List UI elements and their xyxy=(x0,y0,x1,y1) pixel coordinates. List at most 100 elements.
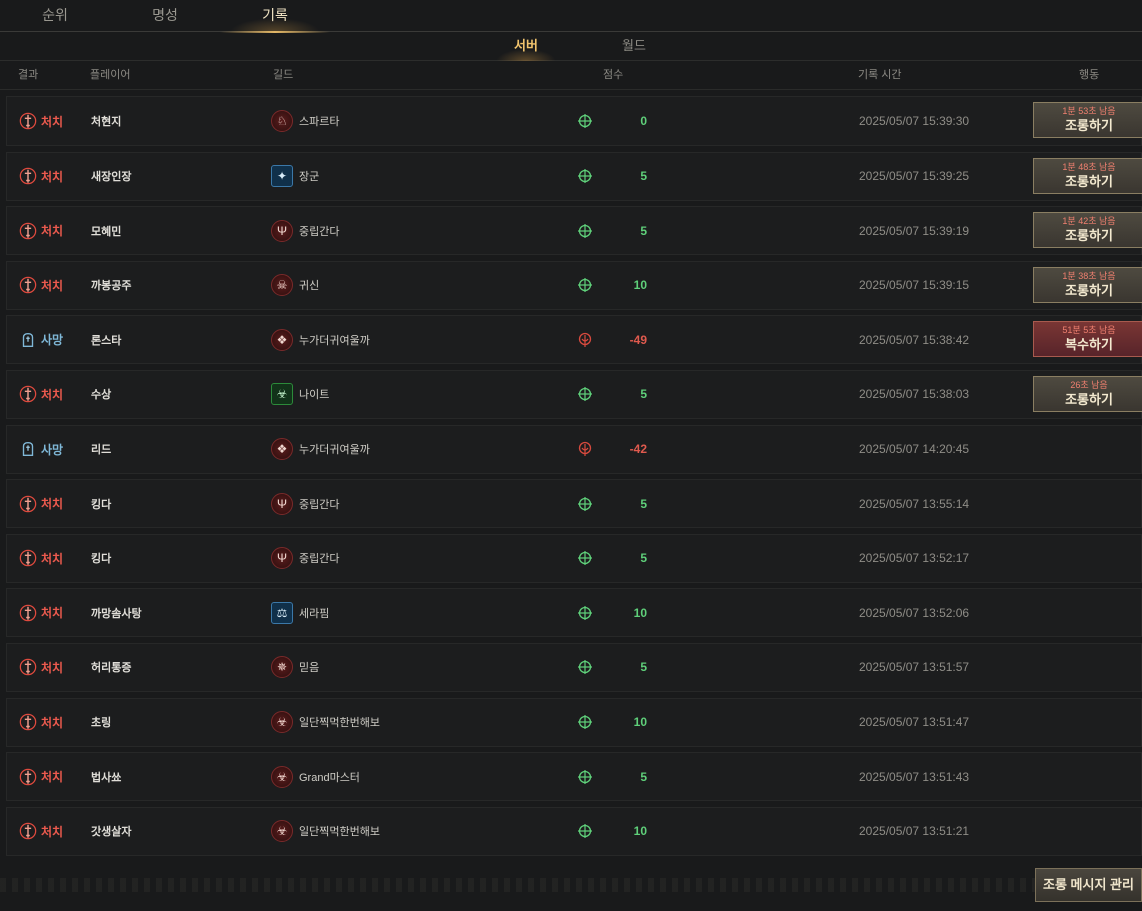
taunt-button[interactable]: 1분 53초 남음조롱하기 xyxy=(1033,102,1142,138)
result-cell: 처치 xyxy=(19,480,63,527)
player-name[interactable]: 리드 xyxy=(91,426,111,473)
table-row: 처치 수상 ☣ 나이트 5 2025/05/07 15:38:03 26초 남음 조롱하기 xyxy=(6,369,1142,419)
player-name[interactable]: 새장인장 xyxy=(91,153,131,200)
sub-tab-bar: 서버 월드 xyxy=(0,33,1142,61)
guild-cell[interactable]: ☣ Grand마스터 xyxy=(271,753,360,800)
result-label: 처치 xyxy=(41,387,64,402)
table-row: 처치 까망솜사탕 ⚖ 세라핌 10 2025/05/07 13:52:06 xyxy=(6,588,1142,638)
manage-taunt-messages-button[interactable]: 조롱 메시지 관리 xyxy=(1035,868,1142,902)
star-emblem-icon: ✵ xyxy=(271,656,293,679)
result-label: 처치 xyxy=(41,114,64,129)
result-cell: 처치 xyxy=(19,371,63,418)
score-value: 5 xyxy=(640,660,647,675)
sword-kill-icon xyxy=(19,112,37,130)
header-score: 점수 xyxy=(603,69,624,81)
guild-cell[interactable]: Ψ 중립간다 xyxy=(271,535,339,582)
taunt-button[interactable]: 1분 38초 남음 조롱하기 xyxy=(1033,266,1142,303)
score-value: -49 xyxy=(629,332,647,347)
record-time: 2025/05/07 15:38:03 xyxy=(859,387,970,402)
crosshair-icon xyxy=(577,371,593,418)
guild-cell[interactable]: ✦ 장군 xyxy=(271,153,319,200)
player-name[interactable]: 모혜민 xyxy=(91,207,121,254)
player-name[interactable]: 킹다 xyxy=(91,480,111,527)
record-time: 2025/05/07 15:39:15 xyxy=(859,278,970,293)
crosshair-icon xyxy=(577,808,593,855)
guild-name: Grand마스터 xyxy=(299,771,360,784)
score-value: 5 xyxy=(640,551,647,566)
guild-cell[interactable]: ☣ 일단찍먹한번해보 xyxy=(271,699,380,746)
record-time: 2025/05/07 13:55:14 xyxy=(859,496,970,511)
tab-records[interactable]: 기록 xyxy=(220,0,330,33)
sword-kill-icon xyxy=(19,495,37,512)
player-name[interactable]: 까망솜사탕 xyxy=(91,589,142,636)
table-row: 처치 모혜민 Ψ 중립간다 5 2025/05/07 15:39:19 1분 42초 남음 조… xyxy=(6,206,1142,256)
player-name[interactable]: 처현지 xyxy=(91,97,121,145)
guild-name: 누가더귀여울까 xyxy=(299,444,370,457)
score-value: 5 xyxy=(640,769,647,784)
header-guild: 길드 xyxy=(273,69,294,81)
player-name[interactable]: 킹다 xyxy=(91,535,111,582)
tab-reputation[interactable]: 명성 xyxy=(110,0,220,32)
taunt-button[interactable]: 1분 42초 남음 조롱하기 xyxy=(1033,212,1142,249)
table-row: 사망 리드 ❖ 누가더귀여울까 -42 2025/05/07 14:20:45 xyxy=(6,424,1142,474)
remaining-time: 1분 42초 남음 xyxy=(1062,216,1116,227)
eagle-shield-icon: ✦ xyxy=(271,165,293,188)
remaining-time: 26초 남음 xyxy=(1070,379,1108,390)
result-label: 처치 xyxy=(41,770,64,785)
result-label: 처치 xyxy=(41,551,64,566)
result-cell: 처치 xyxy=(19,753,63,800)
record-time: 2025/05/07 14:20:45 xyxy=(859,442,970,457)
player-name[interactable]: 초링 xyxy=(91,699,111,746)
player-name[interactable]: 론스타 xyxy=(91,316,121,363)
result-label: 처치 xyxy=(41,169,64,184)
sword-kill-icon xyxy=(19,549,37,567)
sword-kill-icon xyxy=(19,604,37,622)
revenge-button[interactable]: 51분 5초 남음 복수하기 xyxy=(1033,321,1142,358)
guild-cell[interactable]: Ψ 중립간다 xyxy=(271,207,339,254)
crosshair-icon xyxy=(577,207,593,254)
taunt-button[interactable]: 1분 48초 남음 조롱하기 xyxy=(1033,157,1142,194)
player-name[interactable]: 갓생살자 xyxy=(91,808,131,855)
biohazard-icon: ☣ xyxy=(271,820,293,843)
tab-world[interactable]: 월드 xyxy=(584,33,684,61)
guild-name: 누가더귀여울까 xyxy=(299,334,370,347)
score-value: 10 xyxy=(633,605,647,620)
trident-icon: Ψ xyxy=(271,219,293,242)
result-label: 사망 xyxy=(41,333,64,348)
result-cell: 처치 xyxy=(19,644,63,691)
guild-cell[interactable]: ♘ 스파르타 xyxy=(271,97,339,145)
player-name[interactable]: 수상 xyxy=(91,371,111,418)
guild-cell[interactable]: ☣ 일단찍먹한번해보 xyxy=(271,808,380,855)
remaining-time: 1분 53초 남음 xyxy=(1062,106,1116,116)
guild-name: 일단찍먹한번해보 xyxy=(299,826,380,839)
action-label: 조롱하기 xyxy=(1065,391,1113,407)
guild-cell[interactable]: ✵ 믿음 xyxy=(271,644,319,691)
score-value: 10 xyxy=(633,278,647,293)
guild-cell[interactable]: Ψ 중립간다 xyxy=(271,480,339,527)
player-name[interactable]: 허리통증 xyxy=(91,644,131,691)
table-row: 처치 초링 ☣ 일단찍먹한번해보 10 2025/05/07 13:51:47 xyxy=(6,697,1142,747)
taunt-button[interactable]: 26초 남음 조롱하기 xyxy=(1033,375,1142,412)
guild-cell[interactable]: ⚖ 세라핌 xyxy=(271,589,329,636)
guild-cell[interactable]: ☠ 귀신 xyxy=(271,262,319,309)
tab-ranking[interactable]: 순위 xyxy=(0,0,110,32)
result-cell: 처치 xyxy=(19,153,63,200)
remaining-time: 51분 5초 남음 xyxy=(1062,325,1116,336)
player-name[interactable]: 법사쑈 xyxy=(91,753,121,800)
guild-cell[interactable]: ❖ 누가더귀여울까 xyxy=(271,426,370,473)
crosshair-icon xyxy=(577,480,593,527)
sword-kill-icon xyxy=(19,167,37,185)
player-name[interactable]: 까봉공주 xyxy=(91,262,131,309)
header-result: 결과 xyxy=(18,69,39,81)
scales-icon: ⚖ xyxy=(271,601,293,624)
sword-kill-icon xyxy=(19,222,37,239)
result-cell: 처치 xyxy=(19,699,63,746)
crosshair-icon xyxy=(577,699,593,746)
score-value: -42 xyxy=(629,442,647,457)
guild-cell[interactable]: ❖ 누가더귀여울까 xyxy=(271,316,370,363)
action-label: 조롱하기 xyxy=(1065,118,1113,133)
guild-name: 일단찍먹한번해보 xyxy=(299,717,380,730)
guild-cell[interactable]: ☣ 나이트 xyxy=(271,371,329,418)
tab-server[interactable]: 서버 xyxy=(476,33,576,61)
biohazard-icon: ☣ xyxy=(271,765,293,788)
